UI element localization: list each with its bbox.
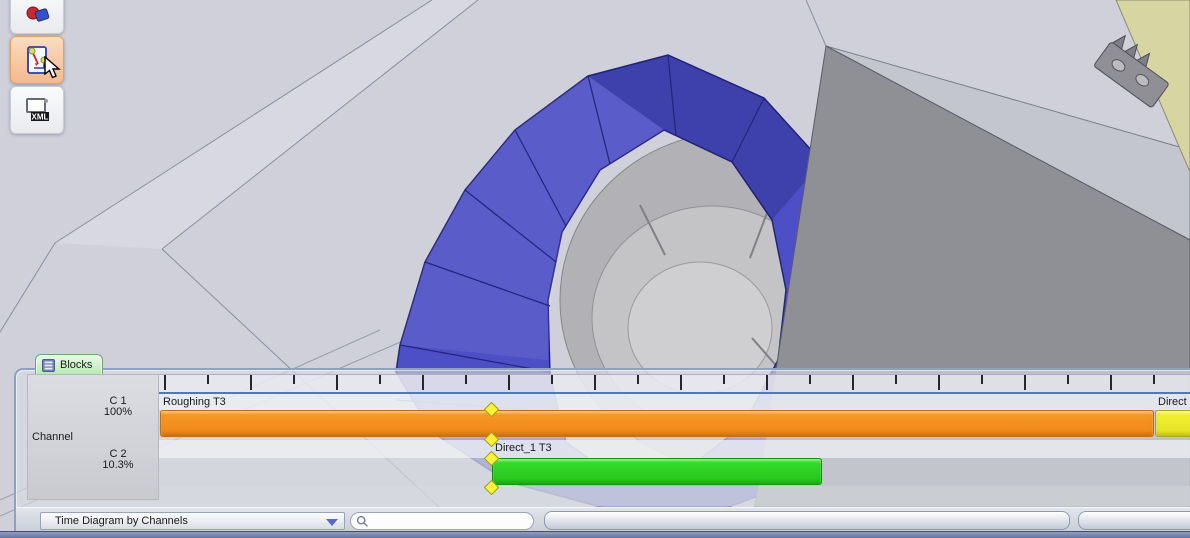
search-input[interactable]	[369, 513, 533, 529]
ruler-tick	[1110, 375, 1112, 390]
channel-2-bar-row	[159, 458, 1190, 486]
channel-1-bar-row	[159, 410, 1190, 438]
ruler-tick	[1024, 375, 1026, 390]
channel-1-label-row: Roughing T3 Direct T	[159, 394, 1190, 410]
channel-header-column: C 1 100% Channel C 2 10.3%	[27, 374, 159, 500]
ruler-tick	[422, 375, 424, 390]
list-icon	[42, 359, 55, 372]
panel-footer-bar: Time Diagram by Channels	[16, 507, 1190, 534]
ruler-tick	[164, 375, 166, 390]
ruler-tick	[680, 375, 682, 390]
ruler-tick	[981, 375, 983, 384]
ruler-tick	[336, 375, 338, 390]
ruler-tick	[594, 375, 596, 390]
ruler-tick	[723, 375, 725, 384]
ruler-tick	[852, 375, 854, 390]
tab-blocks-label: Blocks	[60, 359, 92, 371]
ruler-tick	[766, 375, 768, 390]
xml-export-button[interactable]: XML	[10, 86, 64, 134]
tab-blocks[interactable]: Blocks	[35, 354, 103, 375]
magnifier-icon	[356, 515, 369, 528]
ruler-tick	[250, 375, 252, 390]
ruler-tick	[508, 375, 510, 390]
xml-icon-label: XML	[32, 113, 49, 122]
machine-setup-button[interactable]	[10, 0, 64, 34]
ruler-tick	[1153, 375, 1155, 384]
view-mode-dropdown[interactable]: Time Diagram by Channels	[40, 512, 345, 530]
channel-2-label-row: Direct_1 T3	[159, 440, 1190, 458]
ruler-tick	[207, 375, 209, 384]
gantt-bar[interactable]	[492, 458, 822, 485]
ruler-tick	[551, 375, 553, 384]
time-diagram-panel: Blocks C 1 100% Channel C 2 10.3% Roughi…	[14, 368, 1190, 538]
horizontal-scrollbar[interactable]	[544, 511, 1070, 530]
machine-parts-icon	[24, 4, 50, 30]
timeline-area[interactable]: Roughing T3 Direct T Direct_1 T3	[159, 374, 1190, 506]
mouse-cursor-icon	[44, 56, 62, 80]
ruler-tick	[895, 375, 897, 384]
ruler-tick	[809, 375, 811, 384]
xml-document-icon: XML	[22, 95, 52, 125]
ruler-tick	[938, 375, 940, 390]
window-bottom-edge	[0, 531, 1190, 538]
channel-column-title: Channel	[32, 431, 73, 443]
ruler-tick	[637, 375, 639, 384]
channel-2-load: C 2 10.3%	[83, 449, 153, 471]
dropdown-arrow-icon	[326, 519, 338, 526]
ruler-tick	[465, 375, 467, 384]
ruler-tick	[1067, 375, 1069, 384]
gantt-bar-label: Roughing T3	[163, 396, 226, 408]
ruler-tick	[293, 375, 295, 384]
view-mode-value: Time Diagram by Channels	[55, 515, 188, 527]
secondary-scrollbar[interactable]	[1078, 511, 1190, 530]
gantt-bar[interactable]	[1155, 410, 1190, 437]
search-box[interactable]	[350, 512, 534, 530]
cam-simulation-window: { "left_toolbar": { "buttons": [ {"name"…	[0, 0, 1190, 538]
timeline-filler	[159, 486, 1190, 506]
time-ruler[interactable]	[159, 374, 1190, 393]
gantt-bar-label: Direct T	[1158, 396, 1190, 408]
gantt-bar[interactable]	[160, 410, 1154, 437]
channel-1-load: C 1 100%	[83, 396, 153, 418]
ruler-tick	[379, 375, 381, 384]
gantt-bar-label: Direct_1 T3	[495, 442, 552, 454]
